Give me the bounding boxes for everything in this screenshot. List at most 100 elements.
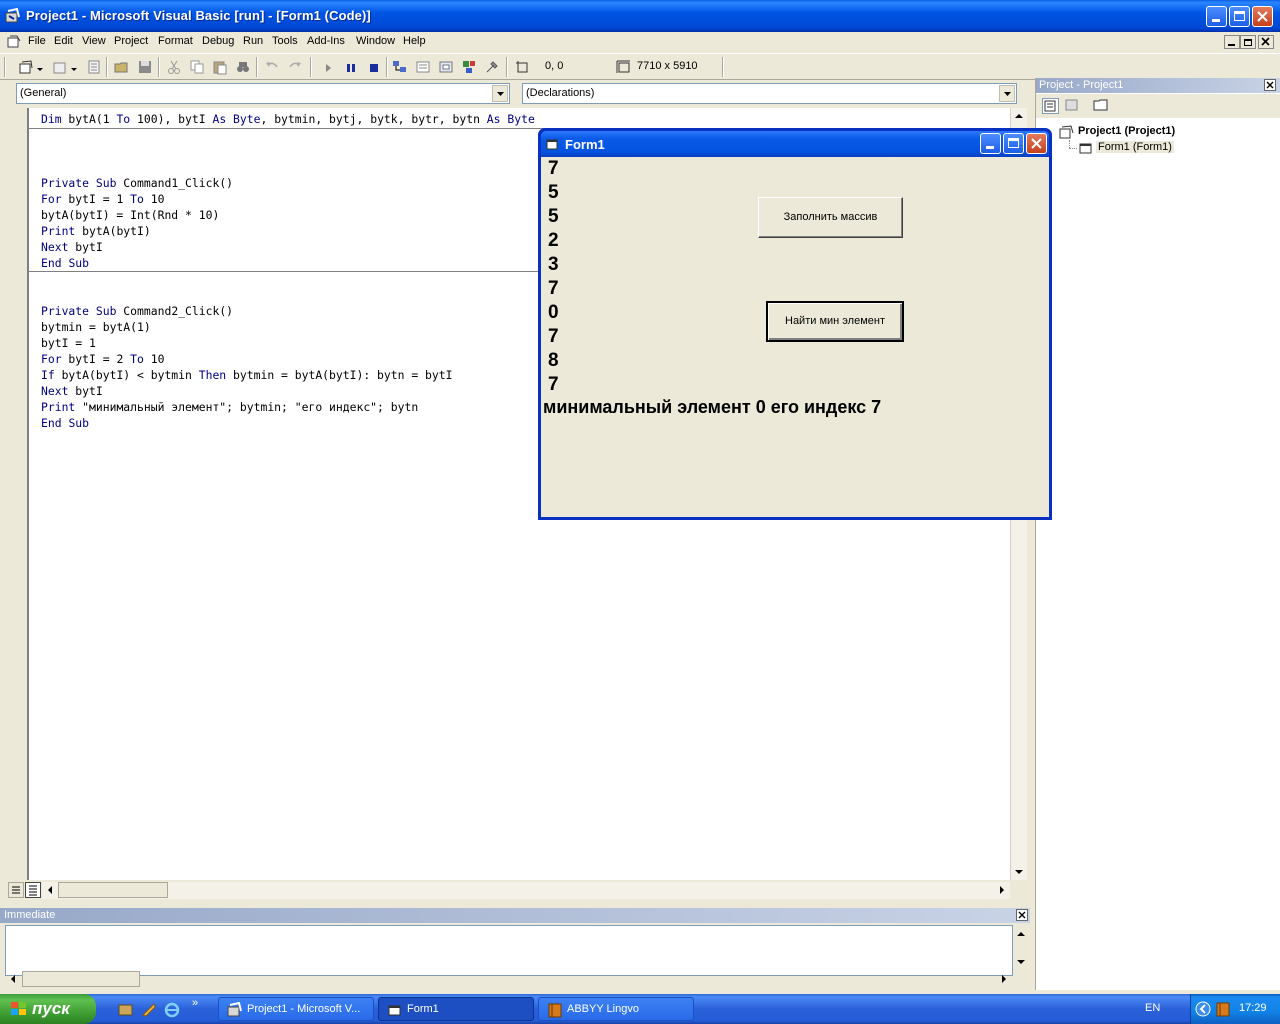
menu-tools[interactable]: Tools [272, 35, 298, 47]
project-explorer-icon[interactable] [392, 59, 408, 75]
find-min-button[interactable]: Найти мин элемент [766, 301, 904, 342]
form1-client-area[interactable]: 7 5 5 2 3 7 0 7 8 7 минимальный элемент … [541, 157, 1049, 517]
task-abbyy-lingvo[interactable]: ABBYY Lingvo [538, 997, 694, 1021]
full-module-view-icon[interactable] [25, 882, 41, 898]
view-code-icon[interactable] [1042, 98, 1059, 114]
code-line[interactable]: Print bytA(bytI) [41, 223, 151, 239]
scroll-down-icon[interactable] [1013, 954, 1029, 970]
redo-icon[interactable] [287, 59, 303, 75]
undo-icon[interactable] [264, 59, 280, 75]
internet-explorer-icon[interactable] [164, 1001, 181, 1018]
menu-debug[interactable]: Debug [202, 35, 234, 47]
procedure-view-icon[interactable] [8, 882, 24, 898]
toolbar-grip[interactable] [4, 57, 6, 77]
tray-expand-icon[interactable] [1195, 1001, 1211, 1017]
scroll-up-icon[interactable] [1013, 926, 1029, 942]
close-icon[interactable] [1016, 909, 1028, 921]
show-desktop-icon[interactable] [118, 1002, 134, 1018]
margin-indicator-bar[interactable] [8, 108, 28, 880]
code-line[interactable]: Next bytI [41, 383, 103, 399]
form1-titlebar[interactable]: Form1 [541, 131, 1049, 157]
code-line[interactable]: bytI = 1 [41, 335, 96, 351]
code-line[interactable]: Private Sub Command2_Click() [41, 303, 233, 319]
scrollbar-thumb[interactable] [58, 882, 168, 898]
mdi-close-button[interactable] [1258, 35, 1274, 49]
code-line[interactable]: Dim bytA(1 To 100), bytI As Byte, bytmin… [41, 111, 535, 127]
menu-help[interactable]: Help [403, 35, 426, 47]
scroll-left-icon[interactable] [42, 882, 58, 898]
cut-icon[interactable] [166, 59, 182, 75]
title-bar[interactable]: Project1 - Microsoft Visual Basic [run] … [0, 0, 1280, 32]
menu-project[interactable]: Project [114, 35, 148, 47]
form-icon[interactable] [546, 137, 560, 151]
scrollbar-thumb[interactable] [22, 971, 140, 987]
clock[interactable]: 17:29 [1239, 1002, 1267, 1014]
form1-window[interactable]: Form1 7 5 5 2 3 7 0 7 8 7 минимальный эл… [538, 128, 1052, 520]
quicklaunch-overflow-icon[interactable]: » [192, 997, 198, 1009]
menu-file[interactable]: File [28, 35, 46, 47]
toolbox-icon[interactable] [484, 59, 500, 75]
scroll-down-icon[interactable] [1011, 864, 1027, 880]
menu-edit[interactable]: Edit [54, 35, 73, 47]
menu-format[interactable]: Format [158, 35, 193, 47]
break-icon[interactable] [343, 59, 359, 75]
project-explorer-titlebar[interactable]: Project - Project1 [1036, 78, 1280, 93]
scroll-left-icon[interactable] [5, 971, 21, 987]
immediate-input[interactable] [5, 925, 1013, 976]
code-line[interactable]: End Sub [41, 415, 89, 431]
language-indicator[interactable]: EN [1145, 1002, 1160, 1014]
toggle-folders-icon[interactable] [1093, 98, 1110, 114]
form1-close-button[interactable] [1026, 133, 1047, 154]
save-icon[interactable] [137, 59, 153, 75]
object-browser-icon[interactable] [461, 59, 477, 75]
task-form1[interactable]: Form1 [378, 997, 534, 1021]
start-button[interactable]: пуск [0, 994, 96, 1024]
lingvo-tray-icon[interactable] [1215, 1001, 1231, 1017]
menu-window[interactable]: Window [356, 35, 395, 47]
dropdown-arrow-icon[interactable] [70, 59, 78, 75]
document-icon[interactable] [7, 35, 21, 49]
form1-maximize-button[interactable] [1003, 133, 1024, 154]
start-icon[interactable] [320, 59, 336, 75]
quicklaunch-app-icon[interactable] [141, 1002, 157, 1018]
menu-editor-icon[interactable] [86, 59, 102, 75]
code-line[interactable]: For bytI = 2 To 10 [41, 351, 164, 367]
open-folder-icon[interactable] [114, 59, 130, 75]
properties-window-icon[interactable] [415, 59, 431, 75]
close-button[interactable] [1252, 6, 1273, 27]
object-combo[interactable]: (General) [16, 83, 510, 104]
find-icon[interactable] [235, 59, 251, 75]
chevron-down-icon[interactable] [492, 85, 508, 102]
code-line[interactable]: Private Sub Command1_Click() [41, 175, 233, 191]
chevron-down-icon[interactable] [999, 85, 1015, 102]
dropdown-arrow-icon[interactable] [36, 59, 44, 75]
paste-icon[interactable] [212, 59, 228, 75]
end-icon[interactable] [366, 59, 382, 75]
maximize-button[interactable] [1229, 6, 1250, 27]
form-layout-icon[interactable] [438, 59, 454, 75]
scroll-right-icon[interactable] [994, 882, 1010, 898]
code-line[interactable]: Next bytI [41, 239, 103, 255]
scroll-up-icon[interactable] [1011, 108, 1027, 124]
close-icon[interactable] [1264, 79, 1276, 91]
copy-icon[interactable] [189, 59, 205, 75]
form1-minimize-button[interactable] [980, 133, 1001, 154]
menu-add-ins[interactable]: Add-Ins [307, 35, 345, 47]
add-project-icon[interactable] [18, 59, 34, 75]
procedure-combo[interactable]: (Declarations) [522, 83, 1017, 104]
view-object-icon[interactable] [1064, 98, 1081, 114]
task-vb-project[interactable]: Project1 - Microsoft V... [218, 997, 374, 1021]
vb-app-icon[interactable] [5, 8, 21, 24]
code-line[interactable]: For bytI = 1 To 10 [41, 191, 164, 207]
menu-run[interactable]: Run [243, 35, 263, 47]
code-horizontal-scrollbar[interactable] [42, 882, 1010, 899]
scroll-right-icon[interactable] [996, 971, 1012, 987]
menu-view[interactable]: View [82, 35, 106, 47]
add-form-icon[interactable] [52, 59, 68, 75]
immediate-titlebar[interactable]: Immediate [0, 908, 1030, 923]
code-line[interactable]: If bytA(bytI) < bytmin Then bytmin = byt… [41, 367, 452, 383]
mdi-restore-button[interactable] [1240, 35, 1256, 49]
code-line[interactable]: End Sub [41, 255, 89, 271]
code-line[interactable]: bytmin = bytA(1) [41, 319, 151, 335]
code-line[interactable]: bytA(bytI) = Int(Rnd * 10) [41, 207, 219, 223]
